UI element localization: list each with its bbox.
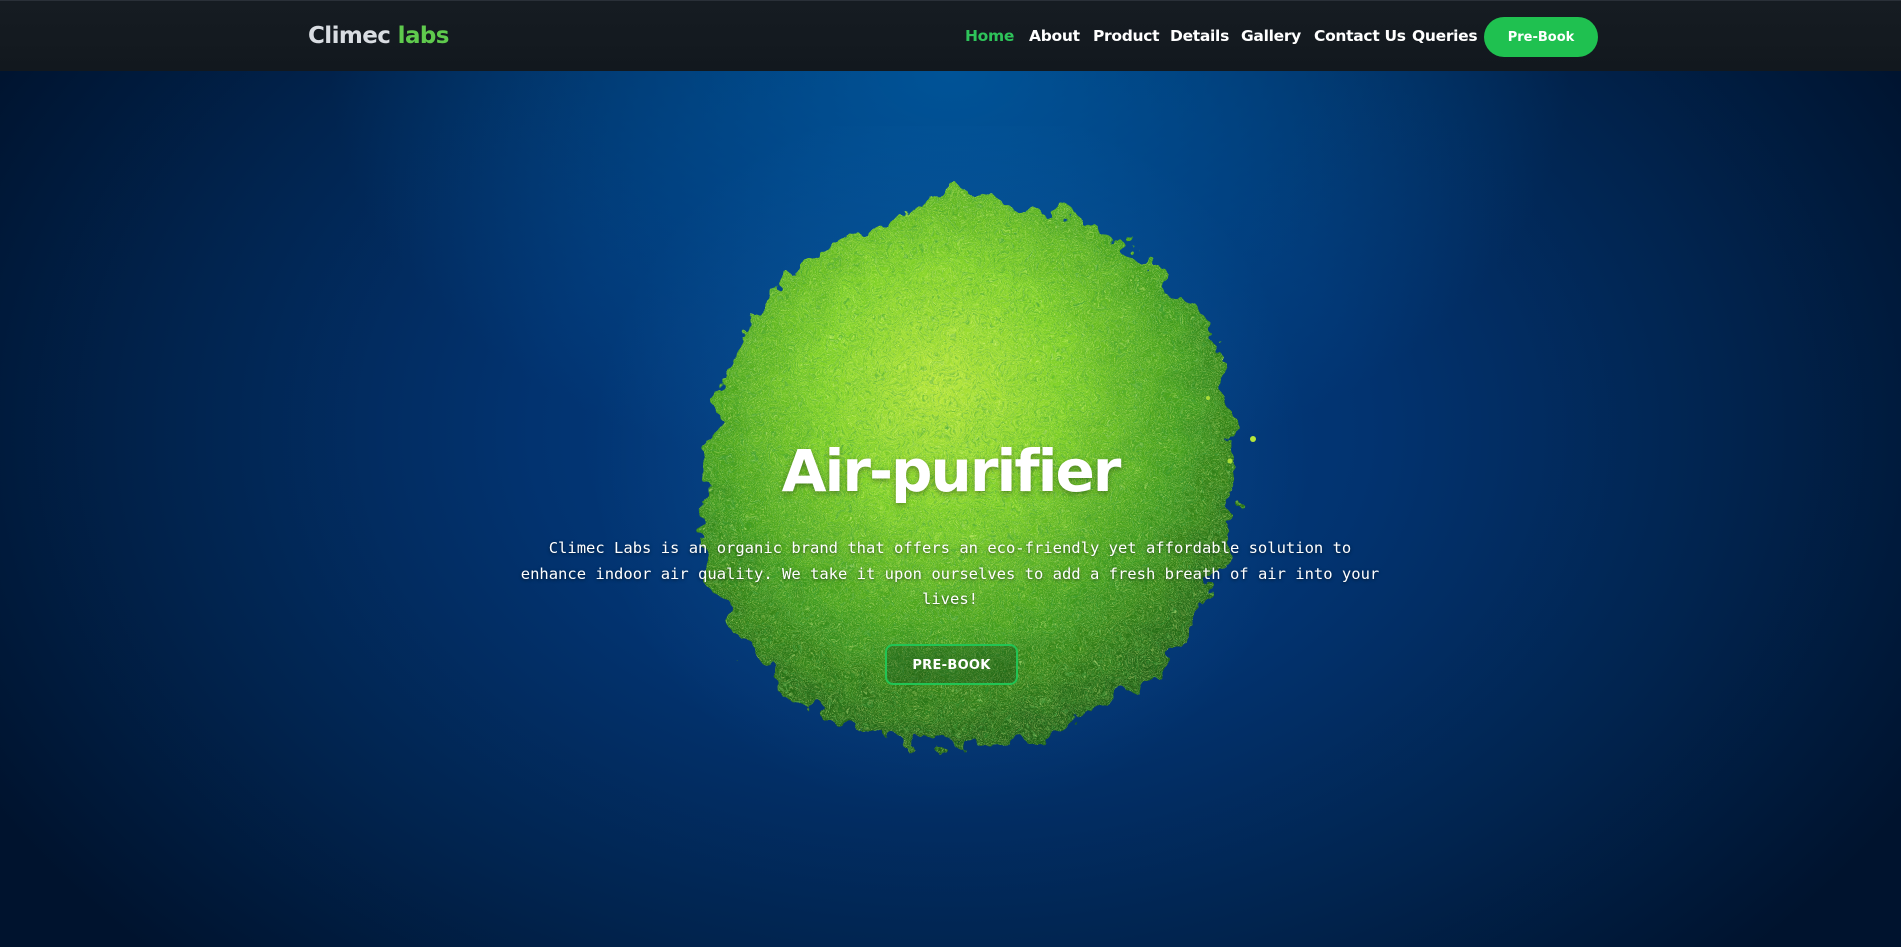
nav-item-contact-us[interactable]: Contact Us bbox=[1314, 25, 1406, 47]
nav-item-queries[interactable]: Queries bbox=[1412, 25, 1478, 47]
hero-prebook-button[interactable]: PRE-BOOK bbox=[885, 644, 1018, 685]
page: Climec labs Home About Product Details G… bbox=[0, 0, 1901, 947]
navbar: Climec labs Home About Product Details G… bbox=[0, 0, 1901, 71]
nav-item-details[interactable]: Details bbox=[1170, 25, 1229, 47]
nav-item-product[interactable]: Product bbox=[1093, 25, 1160, 47]
nav-item-about[interactable]: About bbox=[1029, 25, 1080, 47]
nav-item-home[interactable]: Home bbox=[965, 25, 1014, 47]
hero-description: Climec Labs is an organic brand that off… bbox=[520, 539, 1380, 608]
nav-prebook-button[interactable]: Pre-Book bbox=[1484, 17, 1598, 57]
nav-item-gallery[interactable]: Gallery bbox=[1241, 25, 1301, 47]
nav-menu: Home About Product Details Gallery Conta… bbox=[0, 1, 1901, 72]
hero-section: Air-purifier Climec Labs is an organic b… bbox=[0, 71, 1901, 947]
hero-title: Air-purifier bbox=[781, 437, 1122, 505]
